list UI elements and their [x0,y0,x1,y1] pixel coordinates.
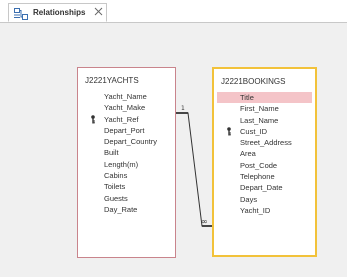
field-row[interactable]: Yacht_Name [78,91,175,102]
field-row[interactable]: Built [78,147,175,158]
relationships-icon [14,8,28,20]
field-name: Depart_Country [104,137,157,147]
field-name: Yacht_Make [104,103,146,113]
table-yachts[interactable]: J2221YACHTS Yacht_Name Yacht_Make Yacht_Re… [77,67,176,258]
field-row[interactable]: Street_Address [214,137,315,148]
field-name: Area [240,149,256,159]
close-icon[interactable] [94,7,103,16]
field-row[interactable]: Day_Rate [78,204,175,215]
field-row[interactable]: Telephone [214,171,315,182]
field-name: Day_Rate [104,204,138,214]
field-name: Depart_Port [104,125,145,135]
field-name: Depart_Date [240,183,283,193]
field-row[interactable]: Cust_ID [214,126,315,137]
field-name: Built [104,148,119,158]
field-row[interactable]: Depart_Country [78,136,175,147]
field-row[interactable]: Title [217,92,312,104]
field-row[interactable]: Depart_Date [214,182,315,193]
table-title[interactable]: J2221YACHTS [85,76,139,85]
field-row[interactable]: Last_Name [214,115,315,126]
field-name: First_Name [240,104,279,114]
field-row[interactable]: Yacht_Make [78,102,175,113]
primary-key-icon [227,127,231,136]
primary-key-icon [91,114,95,124]
tab-relationships[interactable]: Relationships [8,3,107,22]
field-row[interactable]: Yacht_ID [214,205,315,216]
field-name: Street_Address [240,138,292,148]
field-name: Toilets [104,182,126,192]
field-name: Cust_ID [240,126,268,136]
field-list: Title First_Name Last_Name Cust_ID Street_Ad… [214,92,315,216]
field-row[interactable]: Yacht_Ref [78,114,175,125]
field-name: Last_Name [240,115,279,125]
document-tab-strip: Relationships [0,0,347,23]
field-row[interactable]: Guests [78,193,175,204]
tab-relationships-label: Relationships [33,8,86,17]
field-name: Length(m) [104,159,139,169]
field-name: Cabins [104,171,128,181]
table-title[interactable]: J2221BOOKINGS [221,77,285,86]
field-name: Yacht_Name [104,92,147,101]
field-name: Yacht_Ref [104,114,139,124]
relationships-canvas[interactable]: J2221YACHTS Yacht_Name Yacht_Make Yacht_Re… [0,23,347,277]
field-name: Title [240,93,254,102]
field-name: Yacht_ID [240,205,271,215]
field-row[interactable]: Cabins [78,170,175,181]
field-row[interactable]: Area [214,148,315,159]
field-row[interactable]: Depart_Port [78,125,175,136]
field-row[interactable]: Days [214,194,315,205]
field-row[interactable]: Post_Code [214,160,315,171]
field-name: Post_Code [240,160,278,170]
field-row[interactable]: Toilets [78,181,175,192]
field-list: Yacht_Name Yacht_Make Yacht_Ref Depart_Port… [78,91,175,215]
field-row[interactable]: Length(m) [78,159,175,170]
field-name: Days [240,194,258,204]
field-name: Telephone [240,172,275,182]
field-name: Guests [104,193,128,203]
table-bookings[interactable]: J2221BOOKINGS Title First_Name Last_Name Cu… [212,67,317,257]
field-row[interactable]: First_Name [214,103,315,114]
